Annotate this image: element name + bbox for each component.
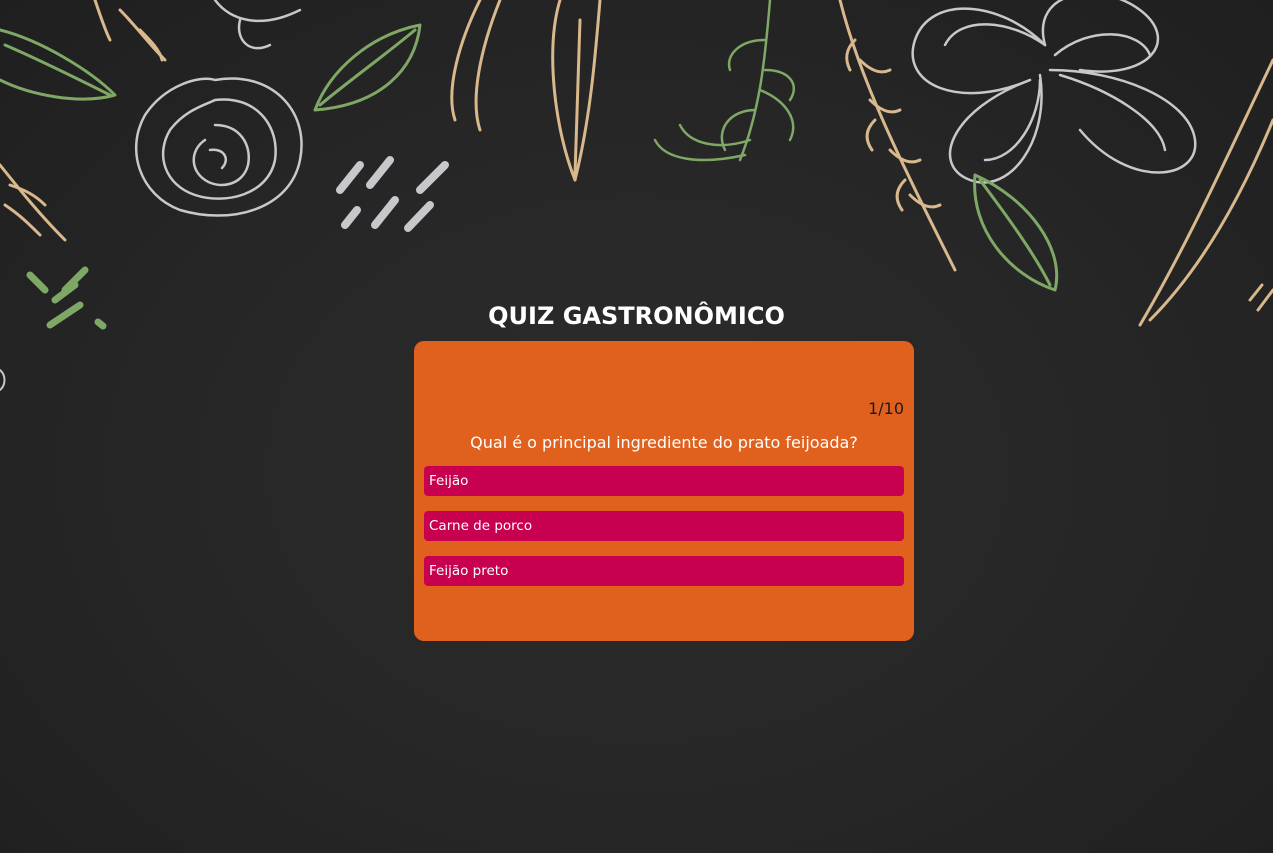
answer-list: Feijão Carne de porco Feijão preto xyxy=(424,466,904,601)
question-text: Qual é o principal ingrediente do prato … xyxy=(470,433,858,452)
flower-doodle-icon xyxy=(911,0,1197,184)
leaf-doodle-icon xyxy=(0,28,117,101)
curl-doodle-icon xyxy=(0,369,6,391)
answer-button-feijao[interactable]: Feijão xyxy=(424,466,904,496)
swirl-doodle-icon xyxy=(213,0,302,50)
leaf-doodle-icon xyxy=(973,173,1059,292)
spiral-rose-doodle-icon xyxy=(135,77,303,217)
fern-doodle-icon xyxy=(0,0,167,242)
tall-leaf-doodle-icon xyxy=(1138,58,1273,327)
leaf-doodle-icon xyxy=(313,23,422,112)
tall-leaf-doodle-icon xyxy=(450,0,602,182)
quiz-card: 1/10 Qual é o principal ingrediente do p… xyxy=(414,341,914,641)
herb-sprig-doodle-icon xyxy=(653,0,796,162)
answer-button-carne-de-porco[interactable]: Carne de porco xyxy=(424,511,904,541)
quiz-title: QUIZ GASTRONÔMICO xyxy=(488,302,785,330)
dash-doodle-icon xyxy=(336,156,449,232)
rosemary-doodle-icon xyxy=(838,0,957,272)
answer-button-feijao-preto[interactable]: Feijão preto xyxy=(424,556,904,586)
question-counter: 1/10 xyxy=(868,399,904,418)
